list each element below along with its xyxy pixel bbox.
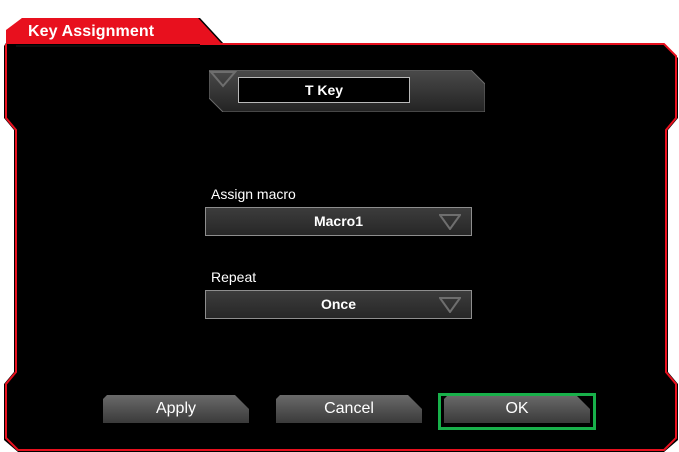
repeat-value: Once (320, 296, 356, 312)
apply-button[interactable]: Apply (103, 395, 249, 423)
triangle-down-icon (439, 297, 461, 313)
assign-macro-label: Assign macro (211, 186, 296, 202)
assign-macro-dropdown[interactable]: Macro1 (205, 207, 472, 236)
key-assignment-window: Key Assignment T Key Assign macro Macro1… (0, 0, 679, 452)
triangle-down-icon[interactable] (209, 70, 237, 88)
repeat-dropdown[interactable]: Once (205, 290, 472, 319)
cancel-button-label: Cancel (324, 400, 374, 417)
assign-macro-value: Macro1 (313, 213, 364, 229)
apply-button-label: Apply (155, 400, 197, 417)
dialog-title: Key Assignment (28, 23, 155, 40)
triangle-down-icon (439, 214, 461, 230)
repeat-label: Repeat (211, 269, 257, 285)
key-selector[interactable]: T Key (209, 70, 485, 112)
key-value-field[interactable]: T Key (238, 77, 410, 103)
ok-button-focus-ring (438, 393, 596, 430)
cancel-button[interactable]: Cancel (276, 395, 422, 423)
